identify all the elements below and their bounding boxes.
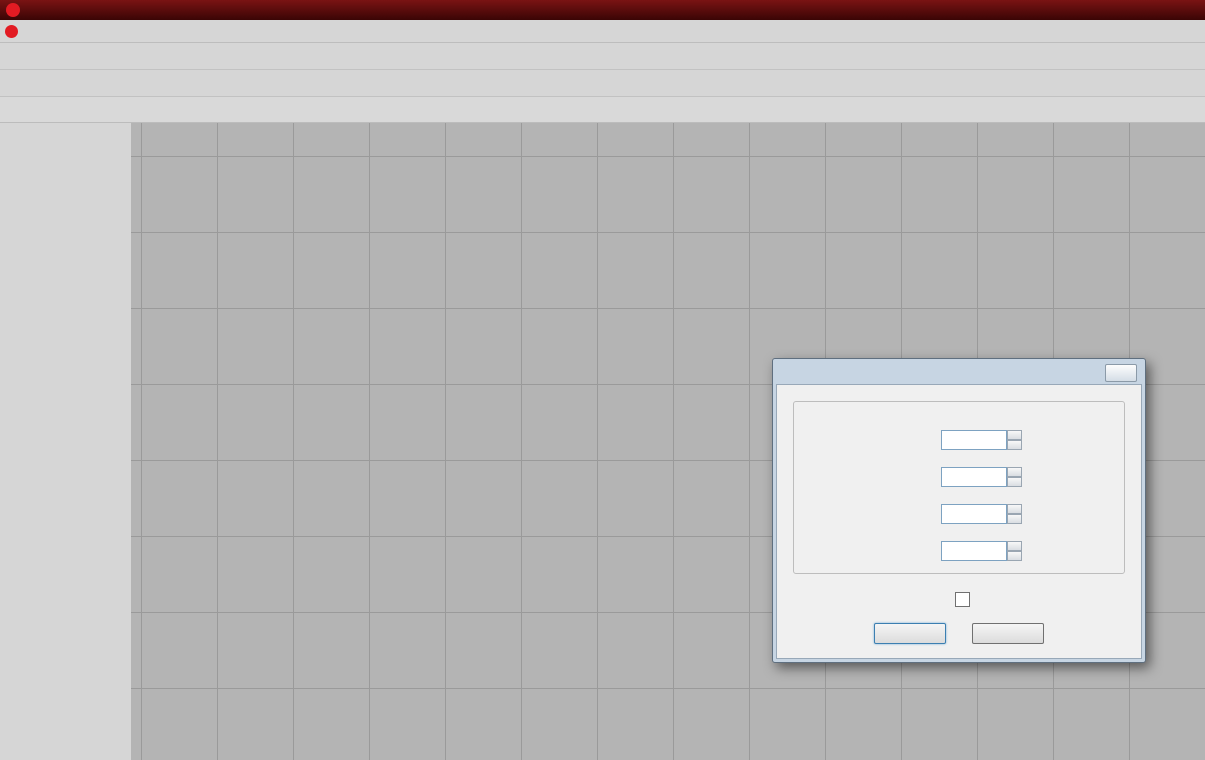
stipple-dialog [772, 358, 1146, 663]
chord-gap-spinner[interactable] [1007, 504, 1022, 524]
window-titlebar[interactable] [0, 0, 1205, 20]
spin-up-icon[interactable] [1007, 467, 1022, 477]
field-loop-spacing [802, 541, 1116, 561]
replace-original-checkbox[interactable] [955, 592, 970, 607]
loop-spacing-spinner[interactable] [1007, 541, 1022, 561]
spin-down-icon[interactable] [1007, 477, 1022, 487]
spin-down-icon[interactable] [1007, 440, 1022, 450]
toolbar-main [0, 43, 1205, 70]
close-icon[interactable] [1105, 364, 1137, 382]
spin-down-icon[interactable] [1007, 551, 1022, 561]
spin-up-icon[interactable] [1007, 430, 1022, 440]
stitching-groupbox [793, 401, 1125, 574]
field-stitch-length [802, 430, 1116, 450]
dialog-buttons [793, 623, 1125, 648]
spin-down-icon[interactable] [1007, 514, 1022, 524]
toolbar-spacer-band [0, 97, 1205, 123]
app-logo-icon [6, 3, 20, 17]
ok-button[interactable] [874, 623, 946, 644]
min-len-spinner[interactable] [1007, 467, 1022, 487]
stitch-length-spinner[interactable] [1007, 430, 1022, 450]
min-len-input[interactable] [941, 467, 1007, 487]
dialog-titlebar[interactable] [776, 362, 1142, 384]
spin-up-icon[interactable] [1007, 541, 1022, 551]
stitch-length-input[interactable] [941, 430, 1007, 450]
chord-gap-input[interactable] [941, 504, 1007, 524]
loop-spacing-input[interactable] [941, 541, 1007, 561]
dialog-body [776, 384, 1142, 659]
replace-original-row [793, 592, 1125, 607]
field-chord-gap [802, 504, 1116, 524]
toolbar-stitch [0, 70, 1205, 97]
cancel-button[interactable] [972, 623, 1044, 644]
spin-up-icon[interactable] [1007, 504, 1022, 514]
menu-bar [0, 20, 1205, 43]
field-min-len [802, 467, 1116, 487]
tool-palette [0, 123, 131, 760]
document-icon [5, 25, 18, 38]
